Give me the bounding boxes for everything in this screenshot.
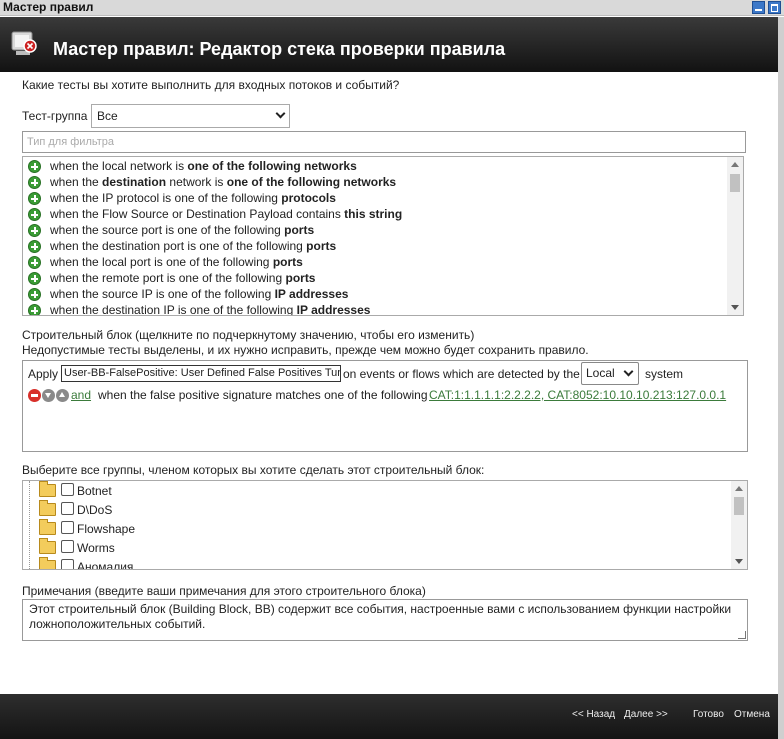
group-label: Botnet — [77, 484, 112, 498]
finish-button[interactable]: Готово — [693, 709, 724, 720]
groups-scrollbar[interactable] — [731, 481, 747, 569]
window-titlebar: Мастер правил — [0, 0, 784, 16]
test-text: when the source port is one of the follo… — [50, 223, 285, 237]
test-param: ports — [285, 271, 316, 285]
apply-label: Apply — [28, 367, 59, 381]
move-up-icon[interactable] — [56, 389, 69, 402]
folder-icon — [39, 557, 56, 569]
maximize-icon[interactable] — [768, 1, 781, 14]
add-test-icon[interactable] — [28, 240, 41, 253]
scroll-down-icon[interactable] — [735, 559, 743, 564]
group-label: D\DoS — [77, 503, 113, 517]
notes-text: Этот строительный блок (Building Block, … — [29, 602, 732, 631]
test-text: when the remote port is one of the follo… — [50, 271, 286, 285]
and-toggle-link[interactable]: and — [71, 388, 91, 402]
group-label: Worms — [77, 541, 115, 555]
on-events-text: on events or flows which are detected by… — [343, 367, 580, 381]
scroll-thumb[interactable] — [730, 174, 740, 192]
building-block-name-input[interactable]: User-BB-FalsePositive: User Defined Fals… — [61, 365, 341, 382]
scroll-thumb[interactable] — [734, 497, 744, 515]
tests-list: when the local network is one of the fol… — [22, 156, 744, 316]
filter-input[interactable]: Тип для фильтра — [22, 131, 746, 153]
group-checkbox[interactable] — [61, 502, 74, 515]
chevron-down-icon — [275, 108, 286, 119]
window-title: Мастер правил — [3, 0, 94, 14]
window-border — [778, 17, 784, 739]
test-group-select[interactable]: Все — [91, 104, 290, 128]
add-test-icon[interactable] — [28, 288, 41, 301]
add-test-icon[interactable] — [28, 160, 41, 173]
test-group-label: Тест-группа — [22, 109, 88, 123]
scroll-up-icon[interactable] — [735, 486, 743, 491]
test-text: when the source IP is one of the followi… — [50, 287, 275, 301]
scroll-down-icon[interactable] — [731, 305, 739, 310]
test-param: IP addresses — [274, 287, 349, 301]
notes-textarea[interactable]: Этот строительный блок (Building Block, … — [22, 599, 748, 641]
remove-test-icon[interactable] — [28, 389, 41, 402]
minimize-icon[interactable] — [752, 1, 765, 14]
test-text: when the Flow Source or Destination Payl… — [50, 207, 345, 221]
invalid-tests-hint: Недопустимые тесты выделены, и их нужно … — [22, 343, 589, 357]
chevron-down-icon — [623, 366, 634, 377]
test-text: when the — [50, 175, 103, 189]
test-group-value: Все — [97, 109, 118, 123]
add-test-icon[interactable] — [28, 272, 41, 285]
test-param: ports — [306, 239, 337, 253]
move-down-icon[interactable] — [42, 389, 55, 402]
test-text: when the destination port is one of the … — [50, 239, 307, 253]
test-param: one of the following networks — [187, 159, 357, 173]
rule-wizard-icon — [11, 31, 37, 55]
next-button[interactable]: Далее >> — [624, 709, 668, 720]
tree-line — [29, 481, 30, 569]
building-block-editor: Apply User-BB-FalsePositive: User Define… — [22, 360, 748, 452]
notes-label: Примечания (введите ваши примечания для … — [22, 584, 426, 598]
add-test-icon[interactable] — [28, 208, 41, 221]
resize-handle-icon[interactable] — [738, 631, 746, 639]
test-text: when the destination IP is one of the fo… — [50, 303, 297, 316]
wizard-content: Какие тесты вы хотите выполнить для вход… — [0, 72, 778, 694]
test-param: this string — [344, 207, 403, 221]
test-param: ports — [284, 223, 315, 237]
condition-text: when the false positive signature matche… — [98, 388, 428, 402]
back-button[interactable]: << Назад — [572, 709, 615, 720]
folder-icon — [39, 519, 56, 535]
wizard-header: Мастер правил: Редактор стека проверки п… — [0, 17, 778, 72]
groups-tree: Botnet D\DoS Flowshape Worms Аномалия — [22, 480, 748, 570]
system-text: system — [645, 367, 684, 381]
group-label: Flowshape — [77, 522, 136, 536]
group-checkbox[interactable] — [61, 559, 74, 569]
cancel-button[interactable]: Отмена — [734, 709, 770, 720]
group-checkbox[interactable] — [61, 483, 74, 496]
add-test-icon[interactable] — [28, 304, 41, 315]
folder-icon — [39, 481, 56, 497]
group-label: Аномалия — [77, 560, 134, 570]
scope-select[interactable]: Local — [581, 362, 639, 385]
test-param: protocols — [281, 191, 336, 205]
add-test-icon[interactable] — [28, 224, 41, 237]
test-param: destination — [102, 175, 167, 189]
tests-scrollbar[interactable] — [727, 157, 743, 315]
test-param: ports — [272, 255, 303, 269]
group-checkbox[interactable] — [61, 540, 74, 553]
add-test-icon[interactable] — [28, 176, 41, 189]
folder-icon — [39, 500, 56, 516]
test-text: when the local network is — [50, 159, 188, 173]
scope-value: Local — [586, 366, 615, 380]
wizard-footer: << Назад Далее >> Готово Отмена — [0, 694, 778, 739]
group-checkbox[interactable] — [61, 521, 74, 534]
test-text: network is — [166, 175, 227, 189]
folder-icon — [39, 538, 56, 554]
groups-label: Выберите все группы, членом которых вы х… — [22, 463, 485, 477]
page-title: Мастер правил: Редактор стека проверки п… — [53, 39, 506, 59]
add-test-icon[interactable] — [28, 256, 41, 269]
test-text: when the IP protocol is one of the follo… — [50, 191, 282, 205]
test-param: one of the following networks — [226, 175, 397, 189]
building-block-hint: Строительный блок (щелкните по подчеркну… — [22, 328, 475, 342]
add-test-icon[interactable] — [28, 192, 41, 205]
tests-question: Какие тесты вы хотите выполнить для вход… — [22, 78, 400, 92]
signature-values-link[interactable]: CAT:1:1.1.1.1:2.2.2.2, CAT:8052:10.10.10… — [429, 388, 726, 402]
test-text: when the local port is one of the follow… — [50, 255, 273, 269]
scroll-up-icon[interactable] — [731, 162, 739, 167]
test-param: IP addresses — [296, 303, 371, 316]
